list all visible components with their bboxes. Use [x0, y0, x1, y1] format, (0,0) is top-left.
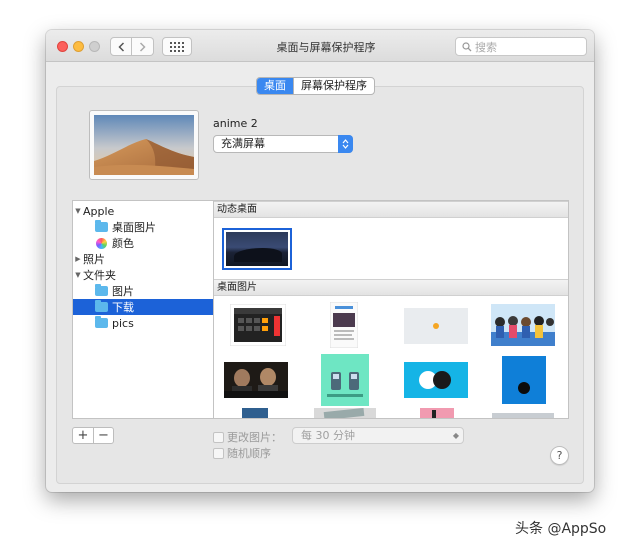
- picture-browser: 动态桌面 桌面图片: [214, 200, 569, 419]
- zoom-button[interactable]: [89, 41, 100, 52]
- updown-arrows-icon: [338, 135, 353, 153]
- forward-button[interactable]: [132, 37, 154, 56]
- random-order-option[interactable]: 随机顺序: [213, 445, 271, 461]
- color-wheel-icon: [96, 237, 107, 249]
- tab-desktop[interactable]: 桌面: [257, 78, 293, 94]
- wallpaper-thumbnail[interactable]: [224, 362, 288, 398]
- sidebar-item-pictures[interactable]: 图片: [73, 283, 213, 299]
- disclosure-expanded-icon[interactable]: ▼: [73, 207, 83, 215]
- wallpaper-preview: [89, 110, 199, 180]
- change-picture-checkbox[interactable]: [213, 431, 224, 443]
- watermark: 头条 @AppSo: [515, 521, 607, 537]
- help-button[interactable]: ?: [550, 446, 569, 465]
- wallpaper-thumbnail[interactable]: [314, 408, 376, 419]
- sidebar-item-label: 颜色: [112, 237, 134, 250]
- picture-name: anime 2: [213, 117, 258, 130]
- chevron-right-icon: [139, 41, 146, 52]
- chevron-left-icon: [117, 41, 124, 52]
- search-icon: [462, 41, 472, 51]
- wallpaper-thumbnail[interactable]: [330, 302, 358, 348]
- search-placeholder: 搜索: [475, 40, 497, 54]
- folder-icon: [95, 316, 108, 328]
- preferences-window: 桌面与屏幕保护程序 搜索 桌面 屏幕保护程序 anime 2 充满屏幕 ▼ Ap…: [46, 30, 594, 492]
- random-order-checkbox[interactable]: [213, 447, 224, 459]
- tab-screensaver[interactable]: 屏幕保护程序: [293, 78, 374, 94]
- title-bar: 桌面与屏幕保护程序 搜索: [46, 30, 594, 62]
- wallpaper-thumbnail[interactable]: [404, 362, 468, 398]
- add-remove-control: + −: [72, 427, 114, 444]
- wallpaper-thumbnail[interactable]: [230, 304, 286, 346]
- folder-icon: [95, 300, 108, 312]
- section-header-dynamic: 动态桌面: [214, 201, 568, 218]
- wallpaper-thumbnail[interactable]: [492, 413, 554, 419]
- add-folder-button[interactable]: +: [73, 428, 93, 443]
- desert-wallpaper-image: [94, 115, 194, 175]
- grid-icon: [170, 41, 184, 52]
- sidebar-item-desktop-pictures[interactable]: 桌面图片: [73, 219, 213, 235]
- change-picture-label: 更改图片：: [227, 431, 282, 444]
- minimize-button[interactable]: [73, 41, 84, 52]
- sidebar-item-photos[interactable]: ▶ 照片: [73, 251, 213, 267]
- change-picture-option[interactable]: 更改图片：: [213, 429, 282, 445]
- fill-mode-value: 充满屏幕: [221, 137, 265, 150]
- search-field[interactable]: 搜索: [455, 37, 587, 56]
- wallpaper-thumbnail[interactable]: [420, 408, 454, 419]
- folder-icon: [95, 220, 108, 232]
- wallpaper-thumbnail[interactable]: [491, 304, 555, 346]
- fill-mode-select[interactable]: 充满屏幕: [213, 135, 353, 153]
- close-button[interactable]: [57, 41, 68, 52]
- sidebar-item-pics[interactable]: pics: [73, 315, 213, 331]
- section-header-desktop-pictures: 桌面图片: [214, 279, 568, 296]
- sidebar-item-label: 下载: [112, 301, 134, 314]
- sidebar-item-label: 文件夹: [83, 269, 116, 282]
- wallpaper-thumbnail[interactable]: [404, 308, 468, 344]
- show-all-button[interactable]: [162, 37, 192, 56]
- tab-bar: 桌面 屏幕保护程序: [256, 77, 375, 95]
- window-title: 桌面与屏幕保护程序: [276, 41, 376, 54]
- sidebar-item-colors[interactable]: 颜色: [73, 235, 213, 251]
- remove-folder-button[interactable]: −: [93, 428, 113, 443]
- wallpaper-thumbnail[interactable]: [502, 356, 546, 404]
- disclosure-collapsed-icon[interactable]: ▶: [73, 255, 83, 263]
- updown-arrows-icon: ◆: [452, 431, 459, 440]
- sidebar-item-label: pics: [112, 316, 134, 330]
- sidebar-item-label: 图片: [112, 285, 134, 298]
- source-list: ▼ Apple 桌面图片 颜色 ▶ 照片 ▼ 文件夹 图片 下载 pics: [72, 200, 214, 419]
- sidebar-item-apple[interactable]: ▼ Apple: [73, 203, 213, 219]
- sidebar-item-label: 照片: [83, 253, 105, 266]
- dynamic-desktop-thumbnail[interactable]: [222, 228, 292, 270]
- folder-icon: [95, 284, 108, 296]
- sidebar-item-downloads[interactable]: 下载: [73, 299, 213, 315]
- disclosure-expanded-icon[interactable]: ▼: [73, 271, 83, 279]
- wallpaper-thumbnail[interactable]: [242, 408, 268, 419]
- wallpaper-thumbnail[interactable]: [321, 354, 369, 406]
- interval-select[interactable]: 每 30 分钟 ◆: [292, 427, 464, 444]
- interval-value: 每 30 分钟: [301, 429, 355, 442]
- sidebar-item-folders[interactable]: ▼ 文件夹: [73, 267, 213, 283]
- back-button[interactable]: [110, 37, 132, 56]
- sidebar-item-label: 桌面图片: [112, 221, 156, 234]
- random-order-label: 随机顺序: [227, 447, 271, 460]
- sidebar-item-label: Apple: [83, 204, 115, 218]
